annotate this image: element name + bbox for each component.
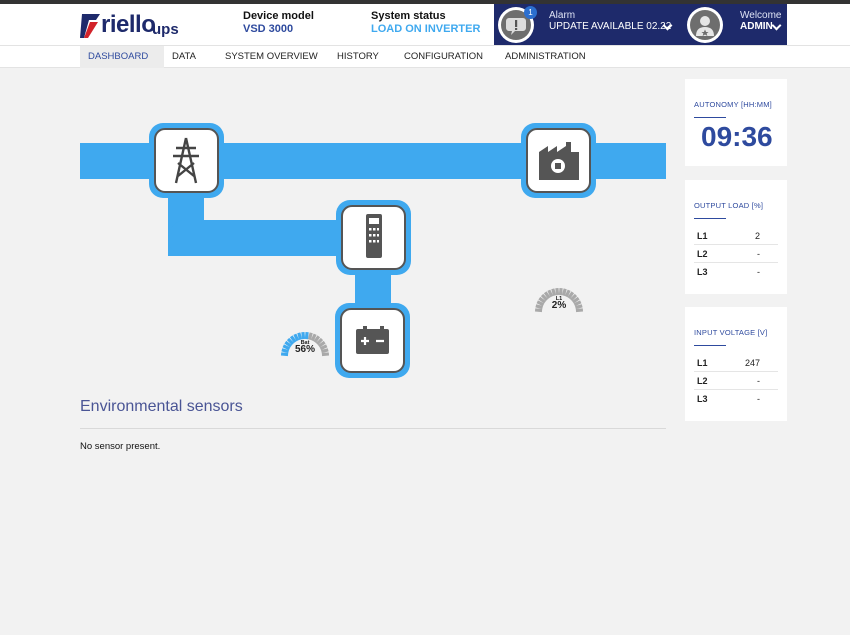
load-node[interactable] (521, 123, 596, 198)
input-voltage-row: L3- (697, 394, 760, 404)
output-load-row: L1 2 (694, 227, 778, 245)
load-gauge-segment (561, 288, 567, 296)
alarm-button[interactable]: 1 (498, 6, 537, 43)
battery-gauge: Bat 56% (280, 331, 330, 357)
tab-history[interactable]: HISTORY (337, 46, 379, 68)
battery-gauge-segment (321, 352, 330, 357)
user-avatar[interactable] (687, 7, 723, 43)
output-load-card: OUTPUT LOAD [%] L1 2 L2- L3- (685, 180, 787, 294)
output-load-title: OUTPUT LOAD [%] (694, 201, 764, 210)
battery-gauge-segment (301, 331, 306, 340)
alarm-label: Alarm (549, 10, 576, 21)
alarm-value[interactable]: UPDATE AVAILABLE 02.22 (549, 21, 671, 32)
tab-administration[interactable]: ADMINISTRATION (505, 46, 586, 68)
load-gauge-segment (534, 308, 543, 313)
main-nav: DASHBOARD DATA SYSTEM OVERVIEW HISTORY C… (0, 45, 850, 68)
autonomy-title: AUTONOMY [HH:MM] (694, 100, 772, 109)
input-voltage-title: INPUT VOLTAGE [V] (694, 328, 768, 337)
user-icon (696, 16, 714, 36)
battery-gauge-segment (304, 331, 309, 340)
battery-gauge-segment (281, 348, 289, 354)
power-flow-diagram: Bat 56% L1 2% (80, 123, 666, 378)
logo-suffix: ups (152, 21, 179, 38)
user-chevron-down-icon[interactable] (771, 20, 782, 31)
load-gauge-segment (575, 308, 584, 313)
tab-dashboard[interactable]: DASHBOARD (80, 46, 164, 68)
system-status-label: System status (371, 10, 446, 22)
divider (80, 428, 666, 429)
device-model-value: VSD 3000 (243, 23, 294, 35)
load-gauge-segment (558, 287, 563, 296)
welcome-label: Welcome (740, 10, 782, 21)
tab-configuration[interactable]: CONFIGURATION (404, 46, 483, 68)
autonomy-card: AUTONOMY [HH:MM] 09:36 (685, 79, 787, 166)
battery-icon (356, 326, 389, 354)
input-voltage-card: INPUT VOLTAGE [V] L1 247 L2- L3- (685, 307, 787, 421)
input-voltage-row: L1 247 (694, 354, 778, 372)
riello-logo[interactable]: riello ups (80, 11, 180, 41)
load-gauge: L1 2% (534, 287, 584, 313)
battery-gauge-value: 56% (295, 344, 315, 355)
load-gauge-segment (575, 304, 583, 310)
logo-mark-icon (80, 14, 100, 38)
output-load-row: L3- (697, 267, 760, 277)
load-gauge-segment (535, 304, 543, 310)
battery-gauge-segment (307, 332, 313, 340)
load-gauge-segment (555, 287, 560, 296)
input-voltage-row: L2- (694, 372, 778, 390)
output-load-row: L2- (694, 245, 778, 263)
tab-system-overview[interactable]: SYSTEM OVERVIEW (225, 46, 318, 68)
ups-unit-icon (366, 214, 382, 258)
no-sensor-message: No sensor present. (80, 441, 161, 452)
battery-gauge-segment (297, 332, 303, 340)
load-gauge-value: 2% (552, 300, 567, 311)
alarm-user-panel: 1 Alarm UPDATE AVAILABLE 02.22 Welcome A… (494, 4, 787, 45)
system-status-value: LOAD ON INVERTER (371, 23, 481, 35)
battery-gauge-segment (280, 352, 289, 357)
grid-pylon-node[interactable] (149, 123, 224, 198)
ups-unit-node[interactable] (336, 200, 411, 275)
environmental-sensors-title: Environmental sensors (80, 398, 243, 415)
load-gauge-segment (551, 288, 557, 296)
battery-node[interactable] (335, 303, 410, 378)
autonomy-value: 09:36 (701, 121, 773, 152)
logo-text: riello (101, 11, 156, 38)
battery-gauge-segment (321, 348, 329, 354)
tab-data[interactable]: DATA (172, 46, 196, 68)
device-model-label: Device model (243, 10, 314, 22)
alarm-count-badge: 1 (524, 6, 537, 19)
username[interactable]: ADMIN (740, 21, 773, 32)
